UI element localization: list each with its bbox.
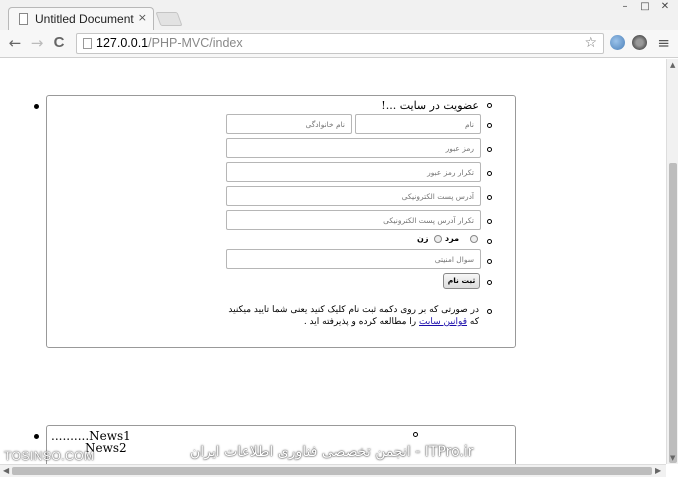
- list-bullet: [487, 309, 492, 314]
- last-name-input[interactable]: [226, 114, 352, 134]
- password-input[interactable]: [226, 138, 481, 158]
- back-button[interactable]: ←: [6, 34, 24, 52]
- email-input[interactable]: [226, 186, 481, 206]
- gender-female-radio[interactable]: [434, 235, 442, 243]
- list-bullet: [487, 103, 492, 108]
- list-bullet: [487, 219, 492, 224]
- horizontal-scrollbar[interactable]: ◀ ▶: [0, 464, 666, 477]
- reload-button[interactable]: C: [50, 34, 68, 52]
- document-icon: [19, 13, 28, 25]
- terms-prefix: که: [467, 317, 479, 327]
- email-confirm-input[interactable]: [226, 210, 481, 230]
- url-text: 127.0.0.1/PHP-MVC/index: [96, 36, 243, 50]
- page-content: عضویت در سایت ...! مرد زن ثبت نام در صور…: [0, 59, 666, 464]
- watermark-itpro: ITPro.ir - انجمن تخصصی فناوری اطلاعات ای…: [190, 444, 474, 460]
- gear-icon[interactable]: [632, 35, 647, 50]
- password-confirm-input[interactable]: [226, 162, 481, 182]
- minimize-button[interactable]: –: [615, 0, 635, 16]
- terms-suffix: را مطالعه کرده و پذیرفته اید .: [303, 317, 419, 327]
- url-host: 127.0.0.1: [96, 36, 149, 50]
- tab-strip: Untitled Document × – □ ✕: [0, 0, 678, 31]
- url-path: /PHP-MVC/index: [148, 36, 243, 50]
- forward-button[interactable]: →: [28, 34, 46, 52]
- maximize-button[interactable]: □: [635, 0, 655, 16]
- terms-line-1: در صورتی که بر روی دکمه ثبت نام کلیک کنی…: [228, 305, 479, 315]
- browser-toolbar: ← → C 127.0.0.1/PHP-MVC/index ☆ ≡: [0, 30, 678, 58]
- close-window-button[interactable]: ✕: [655, 0, 675, 16]
- horizontal-scroll-thumb[interactable]: [12, 467, 652, 475]
- scroll-left-icon[interactable]: ◀: [3, 466, 9, 475]
- list-bullet: [487, 280, 492, 285]
- terms-text: در صورتی که بر روی دکمه ثبت نام کلیک کنی…: [139, 304, 479, 328]
- browser-tab[interactable]: Untitled Document ×: [8, 7, 154, 31]
- globe-icon[interactable]: [610, 35, 625, 50]
- list-bullet: [34, 104, 39, 109]
- gender-female-label: زن: [417, 234, 429, 243]
- site-rules-link[interactable]: قوانین سایت: [419, 317, 467, 327]
- bookmark-star-icon[interactable]: ☆: [584, 35, 597, 51]
- security-question-input[interactable]: [226, 249, 481, 269]
- tab-close-icon[interactable]: ×: [138, 11, 147, 24]
- list-bullet: [487, 195, 492, 200]
- page-icon: [83, 38, 92, 49]
- gender-male-radio[interactable]: [470, 235, 478, 243]
- list-bullet: [413, 432, 418, 437]
- watermark-tosinso: TOSINSO.COM: [4, 449, 95, 463]
- list-bullet: [487, 259, 492, 264]
- address-bar[interactable]: 127.0.0.1/PHP-MVC/index ☆: [76, 33, 604, 54]
- list-bullet: [487, 239, 492, 244]
- registration-form: عضویت در سایت ...! مرد زن ثبت نام در صور…: [46, 95, 516, 348]
- first-name-input[interactable]: [355, 114, 481, 134]
- menu-icon[interactable]: ≡: [657, 34, 670, 52]
- vertical-scroll-thumb[interactable]: [669, 163, 677, 463]
- list-bullet: [487, 171, 492, 176]
- register-button[interactable]: ثبت نام: [443, 273, 480, 289]
- form-title: عضویت در سایت ...!: [381, 99, 479, 112]
- scroll-right-icon[interactable]: ▶: [655, 466, 661, 475]
- list-bullet: [487, 147, 492, 152]
- list-bullet: [487, 123, 492, 128]
- new-tab-button[interactable]: [155, 12, 183, 26]
- scroll-down-icon[interactable]: ▼: [670, 454, 675, 462]
- scroll-up-icon[interactable]: ▲: [670, 61, 675, 69]
- gender-male-label: مرد: [445, 234, 460, 243]
- terms-line-2: که قوانین سایت را مطالعه کرده و پذیرفته …: [139, 316, 479, 328]
- vertical-scrollbar[interactable]: ▲ ▼: [666, 59, 678, 464]
- tab-title: Untitled Document: [35, 12, 134, 26]
- list-bullet: [34, 434, 39, 439]
- window-controls: – □ ✕: [615, 0, 675, 16]
